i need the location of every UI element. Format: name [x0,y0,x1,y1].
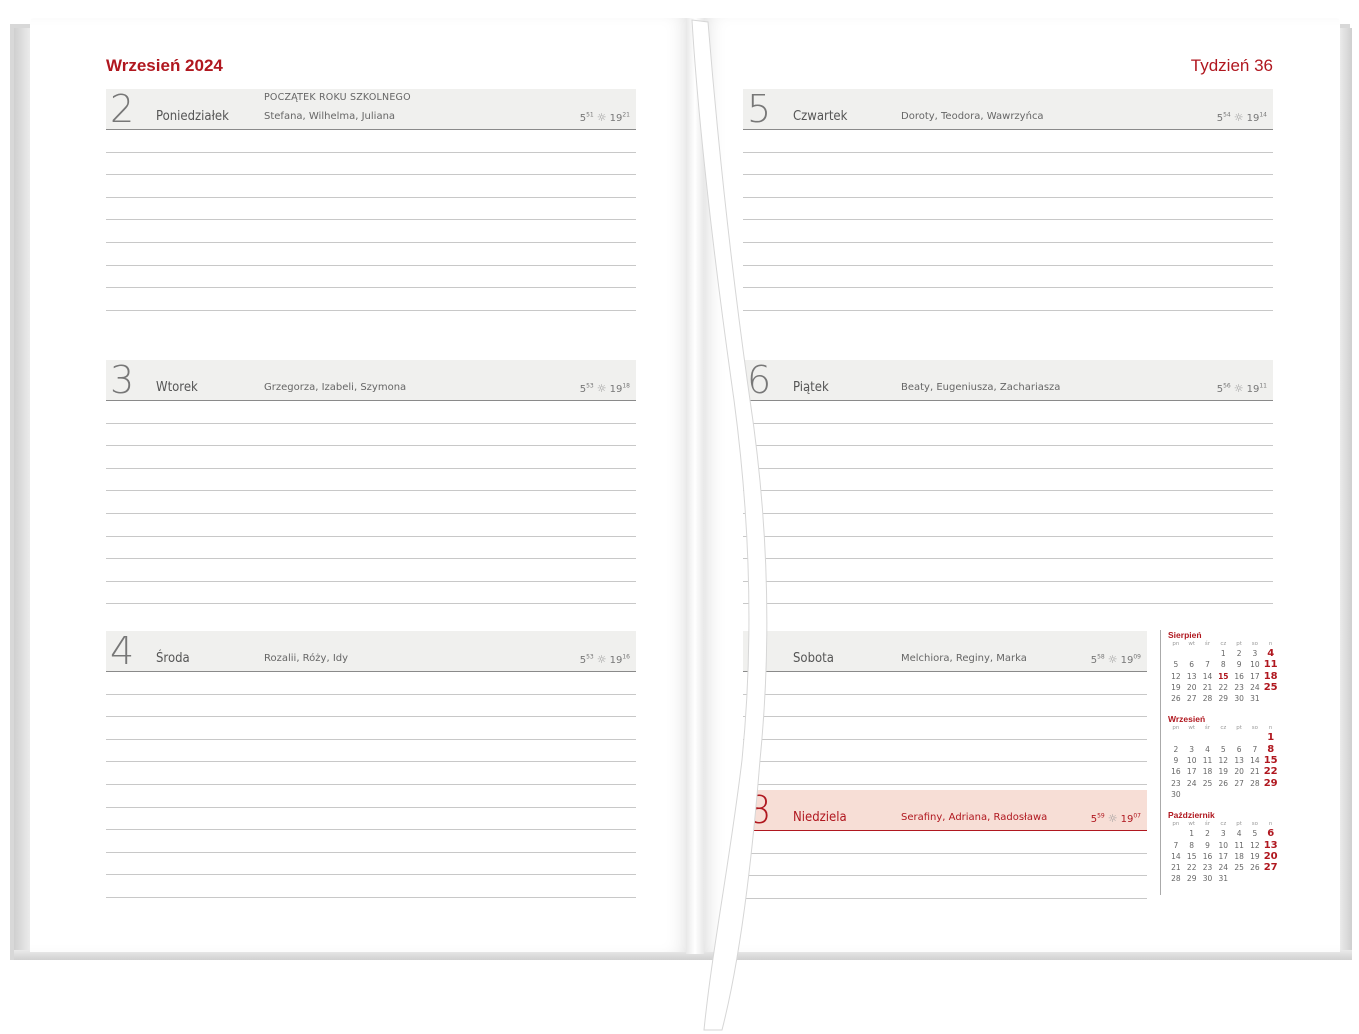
bookmark-ribbon-shape [691,19,768,1031]
bookmark-ribbon [691,19,768,1031]
